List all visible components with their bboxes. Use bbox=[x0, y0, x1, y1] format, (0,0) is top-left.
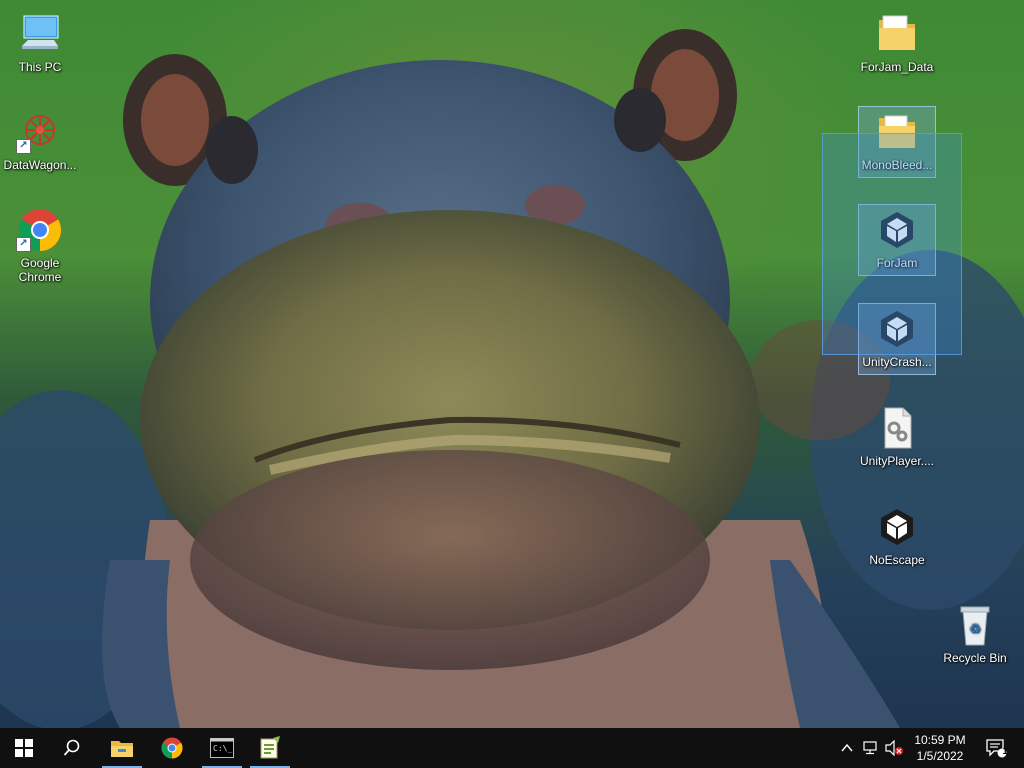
datawagon-icon: ↗ bbox=[16, 108, 64, 156]
folder-icon bbox=[873, 10, 921, 58]
notepad-button[interactable] bbox=[246, 728, 294, 768]
notification-count-badge: 1 bbox=[1002, 746, 1008, 756]
svg-text:♻: ♻ bbox=[969, 622, 981, 637]
desktop-icon-google-chrome[interactable]: ↗ Google Chrome bbox=[0, 206, 80, 284]
desktop-icon-unityplayer[interactable]: UnityPlayer.... bbox=[857, 404, 937, 468]
unity-icon bbox=[873, 503, 921, 551]
action-center-button[interactable]: 1 bbox=[978, 728, 1014, 768]
cmd-button[interactable]: C:\_ bbox=[198, 728, 246, 768]
recycle-bin-icon: ♻ bbox=[951, 601, 999, 649]
desktop-icon-label: UnityPlayer.... bbox=[859, 454, 935, 468]
desktop-icon-label: ForJam_Data bbox=[860, 60, 934, 74]
shortcut-arrow-icon: ↗ bbox=[16, 237, 31, 252]
desktop-icon-this-pc[interactable]: This PC bbox=[0, 10, 80, 74]
volume-tray-button[interactable] bbox=[882, 728, 906, 768]
desktop-icon-label: Recycle Bin bbox=[943, 651, 1007, 665]
search-button[interactable] bbox=[48, 728, 96, 768]
chrome-icon: ↗ bbox=[16, 206, 64, 254]
notepad-plus-icon bbox=[260, 736, 280, 759]
file-explorer-icon bbox=[111, 741, 133, 757]
selection-marquee bbox=[822, 133, 962, 355]
dll-file-icon bbox=[873, 404, 921, 452]
file-explorer-button[interactable] bbox=[98, 728, 146, 768]
desktop-icon-noescape[interactable]: NoEscape bbox=[857, 503, 937, 567]
chrome-icon bbox=[161, 737, 183, 759]
desktop-icon-label: UnityCrash... bbox=[862, 355, 932, 369]
search-icon bbox=[63, 739, 80, 756]
chrome-button[interactable] bbox=[148, 728, 196, 768]
desktop-icon-datawagon[interactable]: ↗ DataWagon... bbox=[0, 108, 80, 172]
desktop-icon-label: Google Chrome bbox=[18, 256, 62, 284]
show-hidden-icons-button[interactable] bbox=[836, 728, 858, 768]
volume-muted-icon bbox=[885, 740, 903, 756]
desktop-icon-label: NoEscape bbox=[869, 553, 925, 567]
svg-text:C:\_: C:\_ bbox=[213, 744, 232, 753]
clock-time: 10:59 PM bbox=[914, 733, 966, 747]
clock-date: 1/5/2022 bbox=[916, 749, 964, 763]
network-icon bbox=[863, 741, 877, 755]
this-pc-icon bbox=[16, 10, 64, 58]
start-button[interactable] bbox=[0, 728, 48, 768]
desktop-icon-label: DataWagon... bbox=[3, 158, 77, 172]
command-prompt-icon: C:\_ bbox=[210, 738, 234, 758]
desktop-icon-forjam-data[interactable]: ForJam_Data bbox=[857, 10, 937, 74]
shortcut-arrow-icon: ↗ bbox=[16, 139, 31, 154]
windows-logo-icon bbox=[15, 739, 33, 757]
chevron-up-icon bbox=[841, 743, 853, 752]
network-tray-button[interactable] bbox=[860, 728, 882, 768]
taskbar: C:\_ 10:59 PM 1/5/2022 1 bbox=[0, 728, 1024, 768]
desktop-icon-label: This PC bbox=[18, 60, 62, 74]
taskbar-clock[interactable]: 10:59 PM 1/5/2022 bbox=[904, 728, 976, 768]
desktop-icon-recycle-bin[interactable]: ♻ Recycle Bin bbox=[935, 601, 1015, 665]
